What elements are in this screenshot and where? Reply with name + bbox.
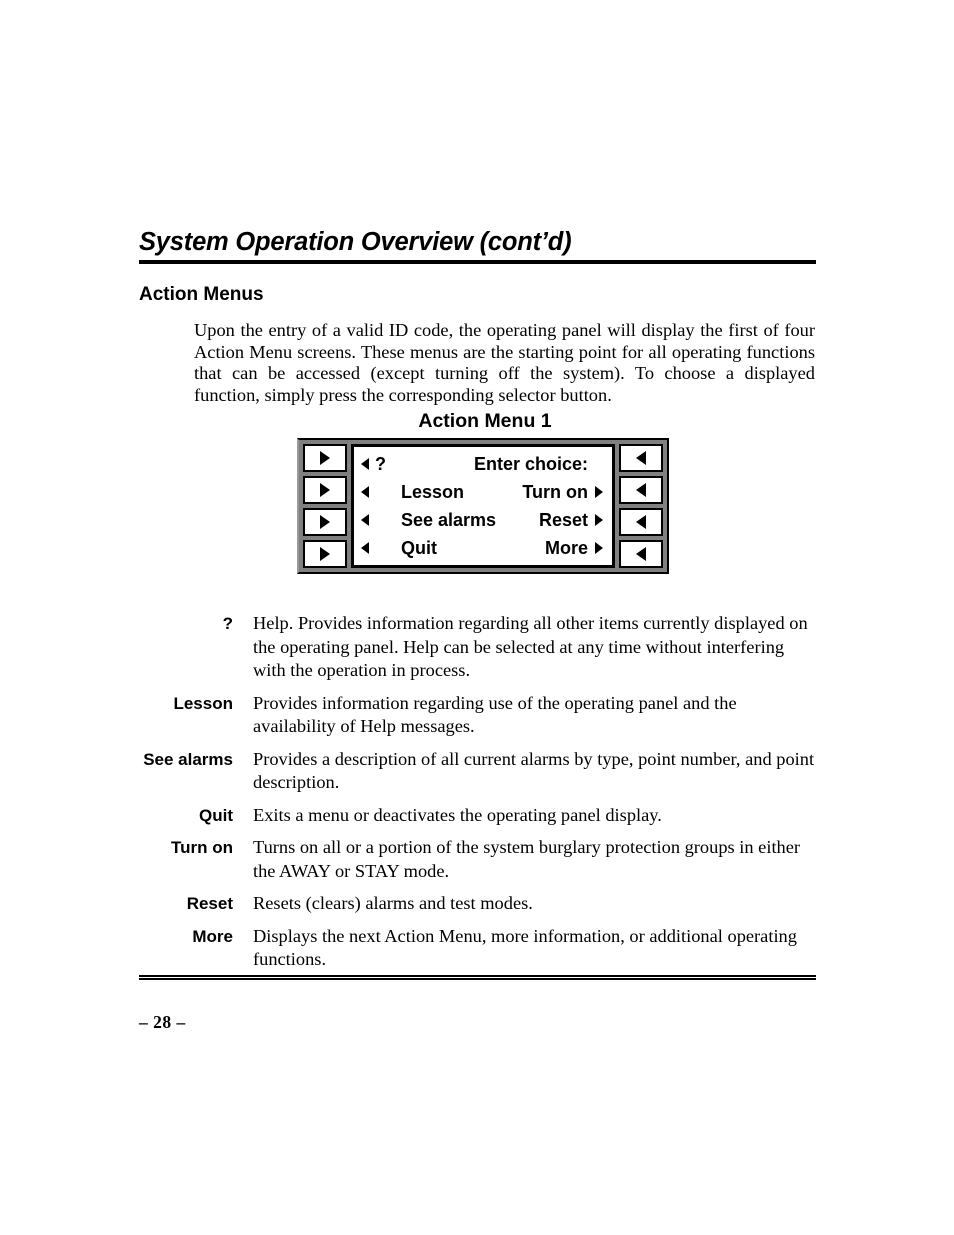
document-page: System Operation Overview (cont’d) Actio… — [0, 0, 954, 1235]
definition-description: Provides information regarding use of th… — [253, 692, 737, 737]
triangle-right-icon — [595, 542, 603, 554]
definition-term: Turn on — [171, 838, 233, 857]
triangle-right-icon — [595, 486, 603, 498]
definition-term: ? — [222, 614, 233, 633]
definition-row: Quit Exits a menu or deactivates the ope… — [139, 804, 816, 828]
triangle-left-icon — [361, 542, 369, 554]
right-selector-button-column — [619, 444, 663, 568]
figure-caption: Action Menu 1 — [418, 410, 552, 432]
triangle-right-icon — [320, 483, 330, 497]
triangle-left-icon — [636, 451, 646, 465]
action-menu-figure: Action Menu 1 ? Enter choice: Lesson Tur… — [297, 410, 673, 574]
intro-text: Upon the entry of a valid ID code, the o… — [194, 320, 815, 405]
display-row-2-left[interactable]: Lesson — [361, 482, 464, 503]
page-title: System Operation Overview (cont’d) — [139, 228, 572, 256]
display-row-4-left[interactable]: Quit — [361, 538, 437, 559]
triangle-right-icon — [320, 547, 330, 561]
display-row-4-right-label: More — [544, 537, 588, 558]
display-row-3-right-label: Reset — [538, 509, 588, 530]
panel-display: ? Enter choice: Lesson Turn on See alarm… — [351, 444, 615, 568]
triangle-left-icon — [361, 458, 369, 470]
section-heading: Action Menus — [139, 284, 264, 305]
definition-row: Reset Resets (clears) alarms and test mo… — [139, 892, 816, 916]
definition-term: See alarms — [143, 749, 233, 769]
definition-description: Help. Provides information regarding all… — [253, 613, 808, 680]
selector-button-right-3[interactable] — [619, 508, 663, 536]
triangle-right-icon — [595, 514, 603, 526]
display-row-3-left-label: See alarms — [401, 509, 497, 530]
display-row-4-left-label: Quit — [401, 537, 437, 558]
triangle-left-icon — [361, 486, 369, 498]
footer-rule — [139, 975, 816, 980]
display-row-2-right[interactable]: Turn on — [522, 482, 603, 503]
triangle-left-icon — [636, 515, 646, 529]
definition-row: Lesson Provides information regarding us… — [139, 692, 816, 739]
selector-button-left-4[interactable] — [303, 540, 347, 568]
definition-list: ? Help. Provides information regarding a… — [139, 612, 816, 981]
definition-row: ? Help. Provides information regarding a… — [139, 612, 816, 683]
intro-paragraph: Upon the entry of a valid ID code, the o… — [194, 320, 815, 406]
triangle-left-icon — [361, 514, 369, 526]
definition-row: Turn on Turns on all or a portion of the… — [139, 836, 816, 883]
display-row-1-right-label: Enter choice: — [473, 453, 588, 474]
definition-description: Resets (clears) alarms and test modes. — [253, 893, 533, 913]
definition-term: Quit — [199, 805, 233, 825]
display-row-1-left[interactable]: ? — [361, 454, 386, 475]
definition-term: More — [192, 926, 233, 946]
selector-button-left-1[interactable] — [303, 444, 347, 472]
definition-term: Reset — [186, 894, 233, 913]
display-row-3-right[interactable]: Reset — [539, 510, 603, 531]
display-row-1-right: Enter choice: — [474, 454, 603, 475]
display-row-2-left-label: Lesson — [401, 481, 465, 502]
operating-panel: ? Enter choice: Lesson Turn on See alarm… — [297, 438, 669, 574]
triangle-left-icon — [636, 483, 646, 497]
selector-button-left-2[interactable] — [303, 476, 347, 504]
header-rule — [139, 260, 816, 264]
chapter-header: System Operation Overview (cont’d) — [139, 228, 816, 264]
left-selector-button-column — [303, 444, 347, 568]
display-row-3: See alarms Reset — [361, 506, 603, 534]
selector-button-right-1[interactable] — [619, 444, 663, 472]
selector-button-left-3[interactable] — [303, 508, 347, 536]
definition-description: Exits a menu or deactivates the operatin… — [253, 804, 662, 825]
triangle-left-icon — [636, 547, 646, 561]
triangle-right-icon — [320, 515, 330, 529]
display-row-4-right[interactable]: More — [545, 538, 603, 559]
definition-term: Lesson — [173, 693, 233, 713]
definition-description: Turns on all or a portion of the system … — [253, 837, 801, 881]
definition-row: More Displays the next Action Menu, more… — [139, 925, 816, 972]
selector-button-right-4[interactable] — [619, 540, 663, 568]
page-number: – 28 – — [139, 1012, 186, 1032]
selector-button-right-2[interactable] — [619, 476, 663, 504]
display-row-2-right-label: Turn on — [522, 481, 588, 502]
display-row-1-left-label: ? — [375, 453, 386, 474]
triangle-right-icon — [320, 451, 330, 465]
display-row-3-left[interactable]: See alarms — [361, 510, 496, 531]
definition-description: Displays the next Action Menu, more info… — [253, 925, 797, 970]
definition-description: Provides a description of all current al… — [253, 748, 815, 793]
display-row-2: Lesson Turn on — [361, 478, 603, 506]
definition-row: See alarms Provides a description of all… — [139, 748, 816, 795]
display-row-1: ? Enter choice: — [361, 450, 603, 478]
display-row-4: Quit More — [361, 534, 603, 562]
